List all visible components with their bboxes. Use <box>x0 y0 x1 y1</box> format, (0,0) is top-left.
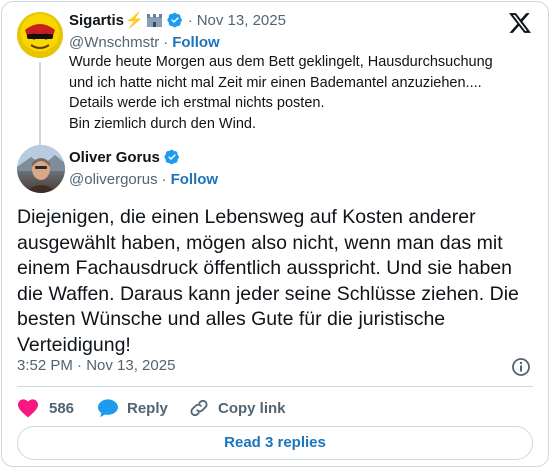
author-handle[interactable]: @olivergorus <box>69 171 158 188</box>
copy-link-label: Copy link <box>218 399 286 417</box>
author-header: Oliver Gorus <box>69 147 180 167</box>
heart-icon <box>17 398 39 418</box>
quoted-handle[interactable]: @Wnschmstr <box>69 34 159 51</box>
reply-button[interactable]: Reply <box>97 397 168 419</box>
verified-badge-icon <box>164 149 180 165</box>
quoted-header: Sigartis ⚡ · Nov 13, 2025 <box>69 10 286 30</box>
x-logo-icon[interactable] <box>509 12 531 34</box>
quoted-follow-link[interactable]: Follow <box>172 34 220 51</box>
read-replies-button[interactable]: Read 3 replies <box>17 426 533 460</box>
quoted-subheader: @Wnschmstr · Follow <box>69 32 220 52</box>
quoted-handle-sep: · <box>163 33 169 51</box>
quoted-author-name[interactable]: Sigartis <box>69 12 124 29</box>
reply-bubble-icon <box>97 398 119 418</box>
like-button[interactable]: 586 <box>17 397 74 419</box>
tweet-timestamp[interactable]: 3:52 PM · Nov 13, 2025 <box>17 357 175 374</box>
author-follow-link[interactable]: Follow <box>171 171 219 188</box>
lightning-emoji: ⚡ <box>125 12 144 29</box>
copy-link-button[interactable]: Copy link <box>188 397 286 419</box>
info-icon[interactable] <box>511 357 531 377</box>
like-count: 586 <box>49 399 75 417</box>
author-avatar[interactable] <box>17 145 65 193</box>
quoted-avatar[interactable] <box>17 12 63 58</box>
author-handle-sep: · <box>161 170 167 188</box>
author-subheader: @olivergorus · Follow <box>69 169 218 189</box>
verified-badge-icon <box>167 12 183 28</box>
thread-connector-line <box>39 62 41 146</box>
quoted-tweet-text: Wurde heute Morgen aus dem Bett geklinge… <box>69 54 493 132</box>
quoted-sep: · <box>187 11 193 29</box>
tweet-text: Diejenigen, die einen Lebensweg auf Kost… <box>17 206 519 356</box>
quoted-date[interactable]: Nov 13, 2025 <box>197 12 286 29</box>
author-name[interactable]: Oliver Gorus <box>69 149 160 166</box>
castle-icon <box>146 13 163 28</box>
divider <box>17 386 533 387</box>
link-icon <box>188 398 210 418</box>
reply-label: Reply <box>127 399 168 417</box>
